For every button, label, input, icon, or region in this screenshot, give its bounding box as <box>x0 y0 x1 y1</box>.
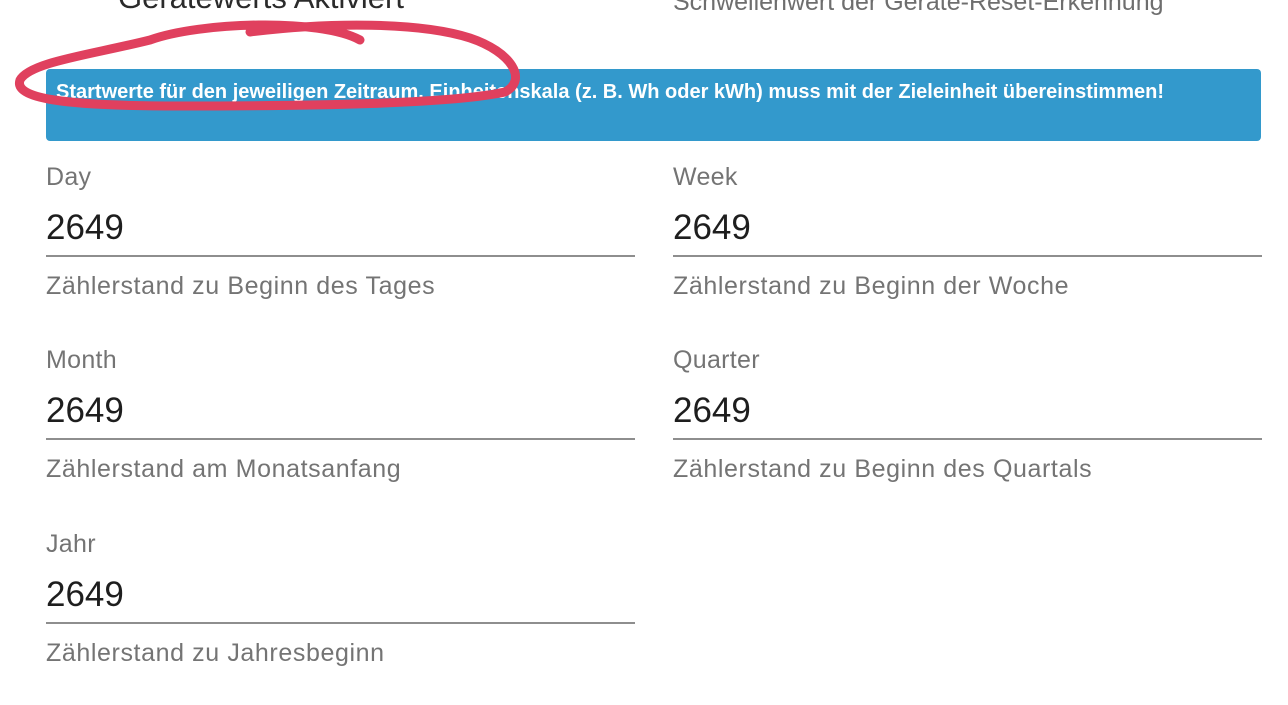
info-banner-text: Startwerte für den jeweiligen Zeitraum. … <box>56 81 1164 103</box>
month-help-text: Zählerstand am Monatsanfang <box>46 455 402 483</box>
year-label: Jahr <box>46 530 96 558</box>
month-label: Month <box>46 346 117 374</box>
day-input[interactable] <box>46 201 635 257</box>
quarter-input[interactable] <box>673 384 1262 440</box>
quarter-help-text: Zählerstand zu Beginn des Quartals <box>673 455 1093 483</box>
year-input[interactable] <box>46 568 635 624</box>
section-heading-right: Schwellenwert der Geräte-Reset-Erkennung <box>673 0 1164 16</box>
day-label: Day <box>46 163 92 191</box>
week-help-text: Zählerstand zu Beginn der Woche <box>673 272 1070 300</box>
section-heading-left: Gerätewerts Aktiviert <box>118 0 404 16</box>
quarter-label: Quarter <box>673 346 760 374</box>
week-label: Week <box>673 163 738 191</box>
day-help-text: Zählerstand zu Beginn des Tages <box>46 272 436 300</box>
year-help-text: Zählerstand zu Jahresbeginn <box>46 639 385 667</box>
settings-page: Gerätewerts Aktiviert Schwellenwert der … <box>0 0 1288 705</box>
week-input[interactable] <box>673 201 1262 257</box>
info-banner: Startwerte für den jeweiligen Zeitraum. … <box>46 69 1261 141</box>
month-input[interactable] <box>46 384 635 440</box>
